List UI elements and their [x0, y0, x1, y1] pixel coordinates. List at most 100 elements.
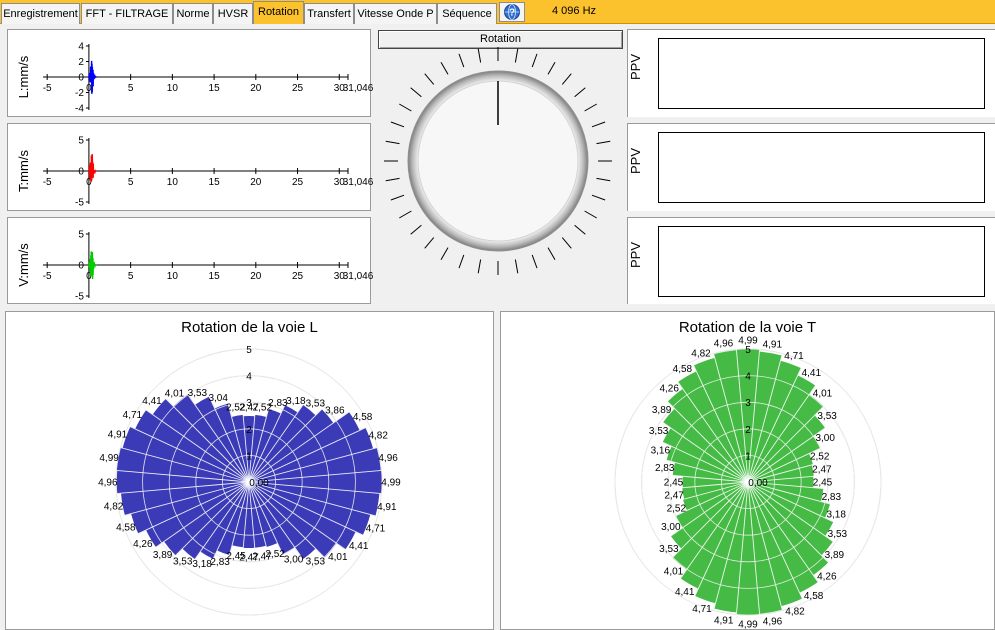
waveform-signal [88, 251, 97, 280]
x-tick-label: 20 [250, 83, 262, 94]
polar-data-label: 4,82 [785, 607, 805, 618]
polar-data-label: 4,01 [328, 552, 348, 563]
polar-data-label: 2,83 [655, 463, 675, 474]
polar-data-label: 4,41 [349, 541, 369, 552]
polar-data-label: 4,96 [98, 478, 118, 489]
polar-data-label: 4,58 [804, 591, 824, 602]
polar-data-label: 3,00 [284, 555, 304, 566]
polar-center-label: 0,00 [249, 478, 269, 489]
polar-data-label: 3,89 [153, 550, 173, 561]
polar-data-label: 4,58 [116, 522, 136, 533]
y-tick-label: 2 [78, 57, 84, 68]
polar-data-label: 3,18 [286, 396, 306, 407]
polar-r-tick-label: 4 [745, 372, 751, 383]
x-tick-label: -5 [43, 271, 52, 282]
waveform-panel-l: L:mm/s -5 0 5 10 15 20 25 30 31,046 4 2 0 -2 -4 [7, 29, 374, 117]
polar-center-label: 0,00 [748, 478, 768, 489]
polar-data-label: 3,18 [826, 510, 846, 521]
x-tick-label: 25 [292, 83, 304, 94]
dial-tick [458, 254, 465, 269]
dial-tick [399, 103, 412, 112]
polar-data-label: 4,71 [123, 410, 143, 421]
polar-data-label: 4,91 [377, 502, 397, 513]
polar-data-label: 4,99 [738, 336, 758, 347]
polar-data-label: 4,82 [691, 348, 711, 359]
polar-data-label: 4,91 [714, 615, 734, 626]
x-tick-label: 15 [209, 271, 221, 282]
polar-data-label: 4,99 [381, 478, 401, 489]
dial-tick [440, 62, 449, 75]
x-end-label: 31,046 [343, 271, 374, 282]
polar-data-label: 3,18 [192, 559, 212, 570]
polar-data-label: 4,41 [142, 396, 162, 407]
x-tick-label: 15 [209, 177, 221, 188]
y-tick-label: 5 [78, 136, 84, 147]
dial-tick [596, 140, 611, 145]
y-tick-label: 0 [78, 261, 84, 272]
tab-bar: Enregistrement FFT - FILTRAGE Norme HVSR… [0, 0, 995, 24]
polar-data-label: 4,26 [133, 539, 153, 550]
dial-tick [399, 210, 412, 219]
ppv-plot-area [658, 38, 985, 109]
dial-tick [584, 103, 597, 112]
help-globe-icon[interactable]: ? [499, 2, 525, 22]
dial-tick [591, 194, 606, 201]
tab-sequence[interactable]: Séquence [437, 3, 497, 24]
tab-fft-filtrage[interactable]: FFT - FILTRAGE [81, 3, 173, 24]
tab-rotation[interactable]: Rotation [253, 1, 304, 24]
polar-r-tick-label: 2 [745, 425, 751, 436]
x-tick-label: -5 [43, 177, 52, 188]
x-tick-label: 25 [292, 271, 304, 282]
polar-data-label: 3,89 [825, 550, 845, 561]
polar-panel-t: Rotation de la voie T 1 2 3 4 5 0,00 4,99 4,91 4… [500, 311, 995, 630]
ppv-panel-l: PPV [627, 29, 995, 117]
polar-data-label: 4,71 [366, 524, 386, 535]
polar-data-label: 4,99 [99, 453, 119, 464]
polar-data-label: 2,45 [813, 478, 833, 489]
polar-data-label: 4,91 [108, 430, 128, 441]
polar-r-tick-label: 5 [745, 345, 751, 356]
x-tick-label: 25 [292, 177, 304, 188]
polar-data-label: 4,96 [714, 338, 734, 349]
dial-tick [424, 73, 435, 85]
polar-r-tick-label: 5 [246, 345, 252, 356]
y-tick-label: 5 [78, 230, 84, 241]
polar-r-tick-label: 1 [246, 451, 252, 462]
polar-data-label: 2,47 [664, 491, 684, 502]
polar-data-label: 3,86 [325, 406, 345, 417]
dial-tick [410, 224, 422, 235]
polar-data-label: 3,16 [651, 446, 671, 457]
polar-data-label: 3,00 [661, 522, 681, 533]
x-tick-label: 10 [167, 177, 179, 188]
tab-vitesse-onde-p[interactable]: Vitesse Onde P [354, 3, 437, 24]
dial-tick [514, 259, 519, 274]
polar-data-label: 4,26 [659, 384, 679, 395]
rotation-dial[interactable] [376, 47, 624, 284]
polar-data-label: 4,41 [675, 587, 695, 598]
dial-tick [424, 237, 435, 249]
dial-tick [440, 247, 449, 260]
y-tick-label: -5 [75, 198, 84, 209]
dial-tick [574, 87, 586, 98]
y-tick-label: -5 [75, 292, 84, 303]
tab-norme[interactable]: Norme [173, 3, 213, 24]
tab-enregistrement[interactable]: Enregistrement [1, 3, 80, 24]
rotation-button[interactable]: Rotation [378, 30, 623, 49]
dial-tick [410, 87, 422, 98]
dial-tick [390, 194, 405, 201]
polar-data-label: 4,58 [353, 412, 373, 423]
polar-data-label: 2,52 [810, 451, 830, 462]
polar-data-label: 4,71 [692, 604, 712, 615]
polar-data-label: 4,41 [802, 368, 822, 379]
tab-transfert[interactable]: Transfert [304, 3, 354, 24]
polar-data-label: 4,01 [165, 389, 185, 400]
tab-hvsr[interactable]: HVSR [213, 3, 253, 24]
dial-tick [385, 177, 400, 182]
polar-data-label: 2,83 [210, 557, 230, 568]
polar-data-label: 4,96 [378, 453, 398, 464]
polar-data-label: 4,01 [813, 389, 833, 400]
dial-tick [514, 48, 519, 63]
polar-r-tick-label: 2 [246, 425, 252, 436]
waveform-ylabel: V:mm/s [16, 243, 31, 287]
polar-data-label: 3,00 [815, 433, 835, 444]
